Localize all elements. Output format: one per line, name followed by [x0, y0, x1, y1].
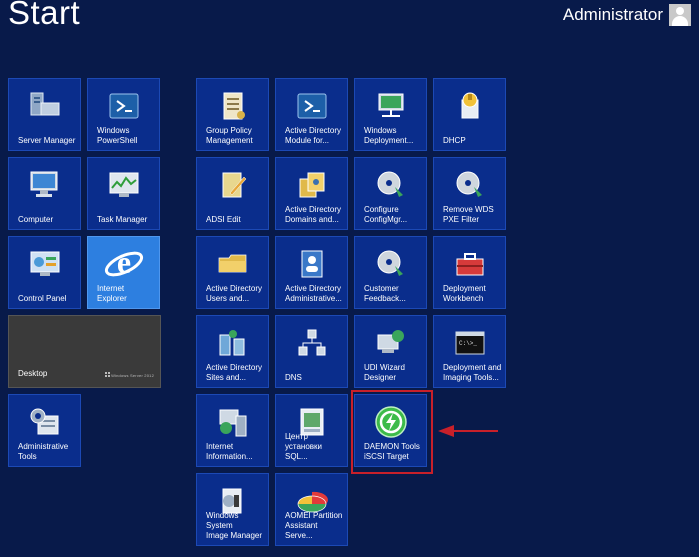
tile-label: Group Policy Management: [206, 126, 253, 145]
tile-label: Active Directory Domains and...: [285, 205, 342, 224]
tile-windows-powershell[interactable]: Windows PowerShell: [87, 78, 160, 151]
tile-label: Internet Information...: [206, 442, 253, 461]
tile-dhcp[interactable]: DHCP: [433, 78, 506, 151]
tile-windows-system-image-manager[interactable]: Windows System Image Manager: [196, 473, 269, 546]
tile-ad-domains-trusts[interactable]: Active Directory Domains and...: [275, 157, 348, 230]
internet-explorer-icon: e: [88, 245, 159, 282]
powershell-icon: [88, 88, 159, 124]
admin-tools-icon: [9, 404, 80, 440]
server-icon: [9, 88, 80, 124]
tile-label: Windows System Image Manager: [206, 511, 263, 540]
user-account[interactable]: Administrator: [563, 4, 691, 26]
tile-ad-administrative-center[interactable]: Active Directory Administrative...: [275, 236, 348, 309]
tile-adsi-edit[interactable]: ADSI Edit: [196, 157, 269, 230]
disc-icon: [355, 246, 426, 282]
tile-control-panel[interactable]: Control Panel: [8, 236, 81, 309]
tile-label: Task Manager: [97, 215, 148, 224]
tile-label: Internet Explorer: [97, 284, 127, 303]
ad-domains-icon: [276, 167, 347, 203]
svg-text:C:\>_: C:\>_: [459, 340, 477, 347]
tile-label: Deployment Workbench: [443, 284, 486, 303]
tile-computer[interactable]: Computer: [8, 157, 81, 230]
tile-label: Windows PowerShell: [97, 126, 138, 145]
tile-label: Active Directory Module for...: [285, 126, 342, 145]
task-manager-icon: [88, 167, 159, 203]
highlight-box: [351, 390, 433, 474]
tile-label: Deployment and Imaging Tools...: [443, 363, 502, 382]
ad-sites-icon: [197, 325, 268, 361]
computer-icon: [9, 167, 80, 203]
tile-label: Server Manager: [18, 136, 76, 145]
disc-icon: [434, 167, 505, 203]
command-prompt-icon: C:\>_: [434, 325, 505, 361]
tile-internet-information-services[interactable]: Internet Information...: [196, 394, 269, 467]
tile-administrative-tools[interactable]: Administrative Tools: [8, 394, 81, 467]
iis-icon: [197, 404, 268, 440]
tile-label: Configure ConfigMgr...: [364, 205, 408, 224]
dhcp-icon: [434, 88, 505, 124]
windows-logo-icon: Windows Server 2012: [104, 372, 154, 378]
folder-icon: [197, 246, 268, 282]
ad-admin-center-icon: [276, 246, 347, 282]
svg-text:e: e: [116, 245, 130, 280]
desktop-logo-text: Windows Server 2012: [111, 373, 154, 378]
tile-ad-users-computers[interactable]: Active Directory Users and...: [196, 236, 269, 309]
tile-label: DNS: [285, 373, 302, 382]
tile-group-policy-management[interactable]: Group Policy Management: [196, 78, 269, 151]
disc-icon: [355, 167, 426, 203]
tile-label: Customer Feedback...: [364, 284, 406, 303]
network-monitor-icon: [355, 88, 426, 124]
tile-dns[interactable]: DNS: [275, 315, 348, 388]
tile-remove-wds-pxe-filter[interactable]: Remove WDS PXE Filter: [433, 157, 506, 230]
tile-deployment-workbench[interactable]: Deployment Workbench: [433, 236, 506, 309]
tile-label: Computer: [18, 215, 54, 224]
tile-internet-explorer[interactable]: e Internet Explorer: [87, 236, 160, 309]
tile-label: Active Directory Users and...: [206, 284, 263, 303]
tile-ad-module-powershell[interactable]: Active Directory Module for...: [275, 78, 348, 151]
adsi-edit-icon: [197, 167, 268, 203]
tile-label: Центр установки SQL...: [285, 432, 323, 461]
user-avatar-icon: [669, 4, 691, 26]
tile-desktop[interactable]: Desktop Windows Server 2012: [8, 315, 161, 388]
scroll-icon: [197, 88, 268, 124]
tile-task-manager[interactable]: Task Manager: [87, 157, 160, 230]
toolbox-icon: [434, 246, 505, 282]
tile-label: Active Directory Administrative...: [285, 284, 342, 303]
tile-configure-configmgr[interactable]: Configure ConfigMgr...: [354, 157, 427, 230]
tile-label: Remove WDS PXE Filter: [443, 205, 494, 224]
tile-udi-wizard-designer[interactable]: UDI Wizard Designer: [354, 315, 427, 388]
start-title: Start: [8, 0, 81, 31]
tile-deployment-imaging-tools[interactable]: C:\>_ Deployment and Imaging Tools...: [433, 315, 506, 388]
tile-label: AOMEI Partition Assistant Serve...: [285, 511, 343, 540]
tile-label: Control Panel: [18, 294, 67, 303]
tile-customer-feedback[interactable]: Customer Feedback...: [354, 236, 427, 309]
tile-ad-sites-services[interactable]: Active Directory Sites and...: [196, 315, 269, 388]
tile-label: Windows Deployment...: [364, 126, 414, 145]
udi-wizard-icon: [355, 325, 426, 361]
powershell-icon: [276, 88, 347, 124]
control-panel-icon: [9, 246, 80, 282]
red-arrow-icon: [438, 425, 498, 437]
tile-server-manager[interactable]: Server Manager: [8, 78, 81, 151]
tile-aomei-partition-assistant[interactable]: AOMEI Partition Assistant Serve...: [275, 473, 348, 546]
tile-label: DHCP: [443, 136, 466, 145]
tile-label: Administrative Tools: [18, 442, 69, 461]
tile-label: ADSI Edit: [206, 215, 241, 224]
dns-icon: [276, 325, 347, 361]
tile-label: Active Directory Sites and...: [206, 363, 263, 382]
tile-label: UDI Wizard Designer: [364, 363, 405, 382]
user-name: Administrator: [562, 5, 663, 24]
tile-windows-deployment-services[interactable]: Windows Deployment...: [354, 78, 427, 151]
tile-sql-installation-center[interactable]: Центр установки SQL...: [275, 394, 348, 467]
